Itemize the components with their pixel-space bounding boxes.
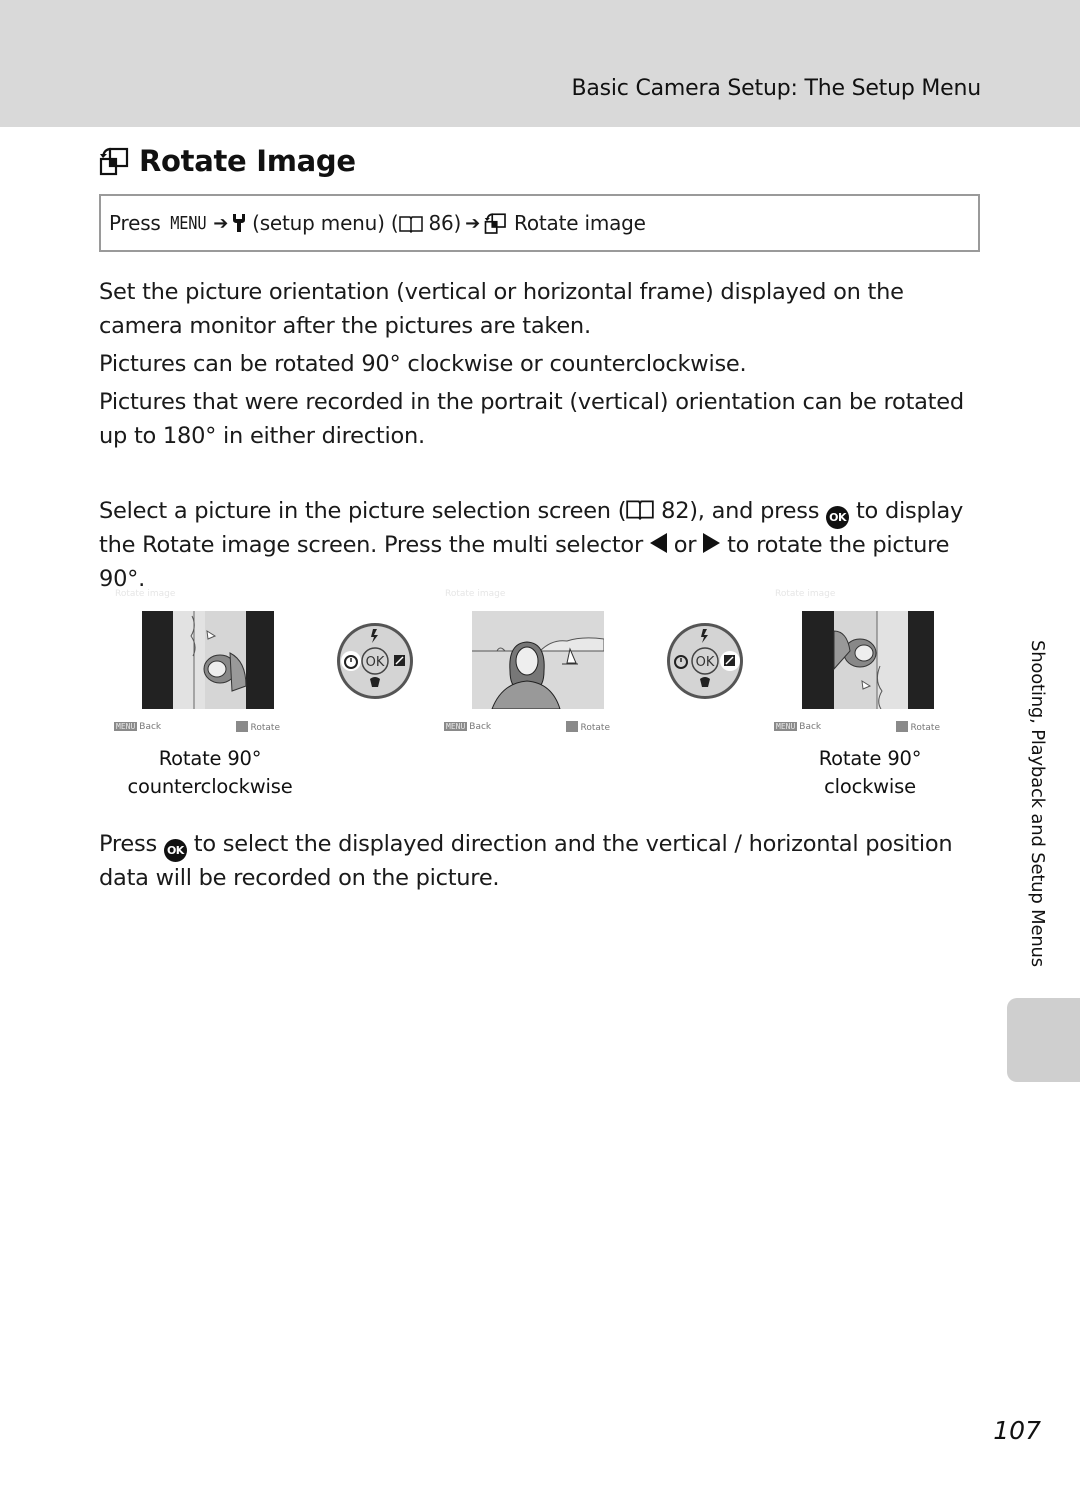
- screen-title: Rotate image: [775, 589, 836, 599]
- menu-button-label: MENU: [169, 212, 207, 234]
- rotated-photo-clockwise: [802, 611, 934, 709]
- section-tab: [1007, 998, 1080, 1082]
- book-reference-icon: [398, 214, 423, 234]
- screen-footer: MENU Back Rotate: [774, 721, 940, 733]
- setup-menu-text: (setup menu) (: [252, 211, 399, 235]
- screen-footer: MENU Back Rotate: [444, 721, 610, 733]
- menu-badge: MENU: [444, 722, 468, 731]
- multi-selector-dial-left: OK: [335, 621, 415, 701]
- paragraph-rotation-range: Pictures can be rotated 90° clockwise or…: [99, 351, 747, 377]
- paragraph-confirm: Press OK to select the displayed directi…: [99, 831, 953, 891]
- original-photo: [472, 611, 604, 709]
- rotate-image-icon: [484, 212, 508, 234]
- rotate-hint: Rotate: [235, 721, 280, 733]
- rotated-photo-counterclockwise: [142, 611, 274, 709]
- screen-footer: MENU Back Rotate: [114, 721, 280, 733]
- wrench-icon: [232, 213, 246, 233]
- ok-button-icon: OK: [163, 839, 187, 862]
- back-hint: MENU Back: [114, 722, 162, 732]
- ok-label: OK: [696, 655, 715, 670]
- caption-clockwise: Rotate 90° clockwise: [818, 747, 922, 798]
- menu-badge: MENU: [774, 722, 798, 731]
- rotate-image-menu-item: Rotate image: [514, 211, 646, 235]
- rotate-hint: Rotate: [565, 721, 610, 733]
- caption-counterclockwise: Rotate 90° counterclockwise: [127, 747, 293, 798]
- screen-title: Rotate image: [445, 589, 506, 599]
- multi-selector-dial-right: OK: [665, 621, 745, 701]
- left-right-selector-icon: [895, 721, 908, 732]
- left-right-selector-icon: [565, 721, 578, 732]
- camera-screen-original: Rotate image MENU Back Rotate: [430, 580, 630, 740]
- menu-badge: MENU: [114, 722, 138, 731]
- menu-path-box: Press MENU ➔ (setup menu) ( 86) ➔ Rotate…: [99, 194, 980, 252]
- page-title-text: Rotate Image: [139, 144, 356, 178]
- side-section-label: Shooting, Playback and Setup Menus: [1027, 640, 1048, 967]
- left-right-selector-icon: [235, 721, 248, 732]
- screen-title: Rotate image: [115, 589, 176, 599]
- back-hint: MENU Back: [774, 722, 822, 732]
- back-hint: MENU Back: [444, 722, 492, 732]
- book-reference-icon: [626, 497, 654, 521]
- camera-screen-clockwise: Rotate image MENU Back Rotate: [760, 580, 960, 740]
- arrow-icon: ➔: [213, 212, 229, 234]
- camera-screen-counterclockwise: Rotate image MENU Back Rotate: [100, 580, 300, 740]
- ok-button-icon: OK: [826, 506, 850, 529]
- multi-selector-right-icon: [703, 533, 721, 553]
- page-number: 107: [993, 1416, 1041, 1445]
- page-reference: 86): [428, 211, 462, 235]
- press-label: Press: [109, 211, 161, 235]
- header-band: Basic Camera Setup: The Setup Menu: [0, 0, 1080, 127]
- rotate-image-icon: [99, 146, 131, 176]
- rotate-hint: Rotate: [895, 721, 940, 733]
- section-title: Basic Camera Setup: The Setup Menu: [571, 76, 981, 101]
- page-title: Rotate Image: [99, 140, 356, 182]
- ok-label: OK: [366, 655, 385, 670]
- arrow-icon: ➔: [465, 212, 481, 234]
- paragraph-portrait: Pictures that were recorded in the portr…: [99, 389, 964, 449]
- paragraph-intro: Set the picture orientation (vertical or…: [99, 279, 904, 339]
- multi-selector-left-icon: [649, 533, 667, 553]
